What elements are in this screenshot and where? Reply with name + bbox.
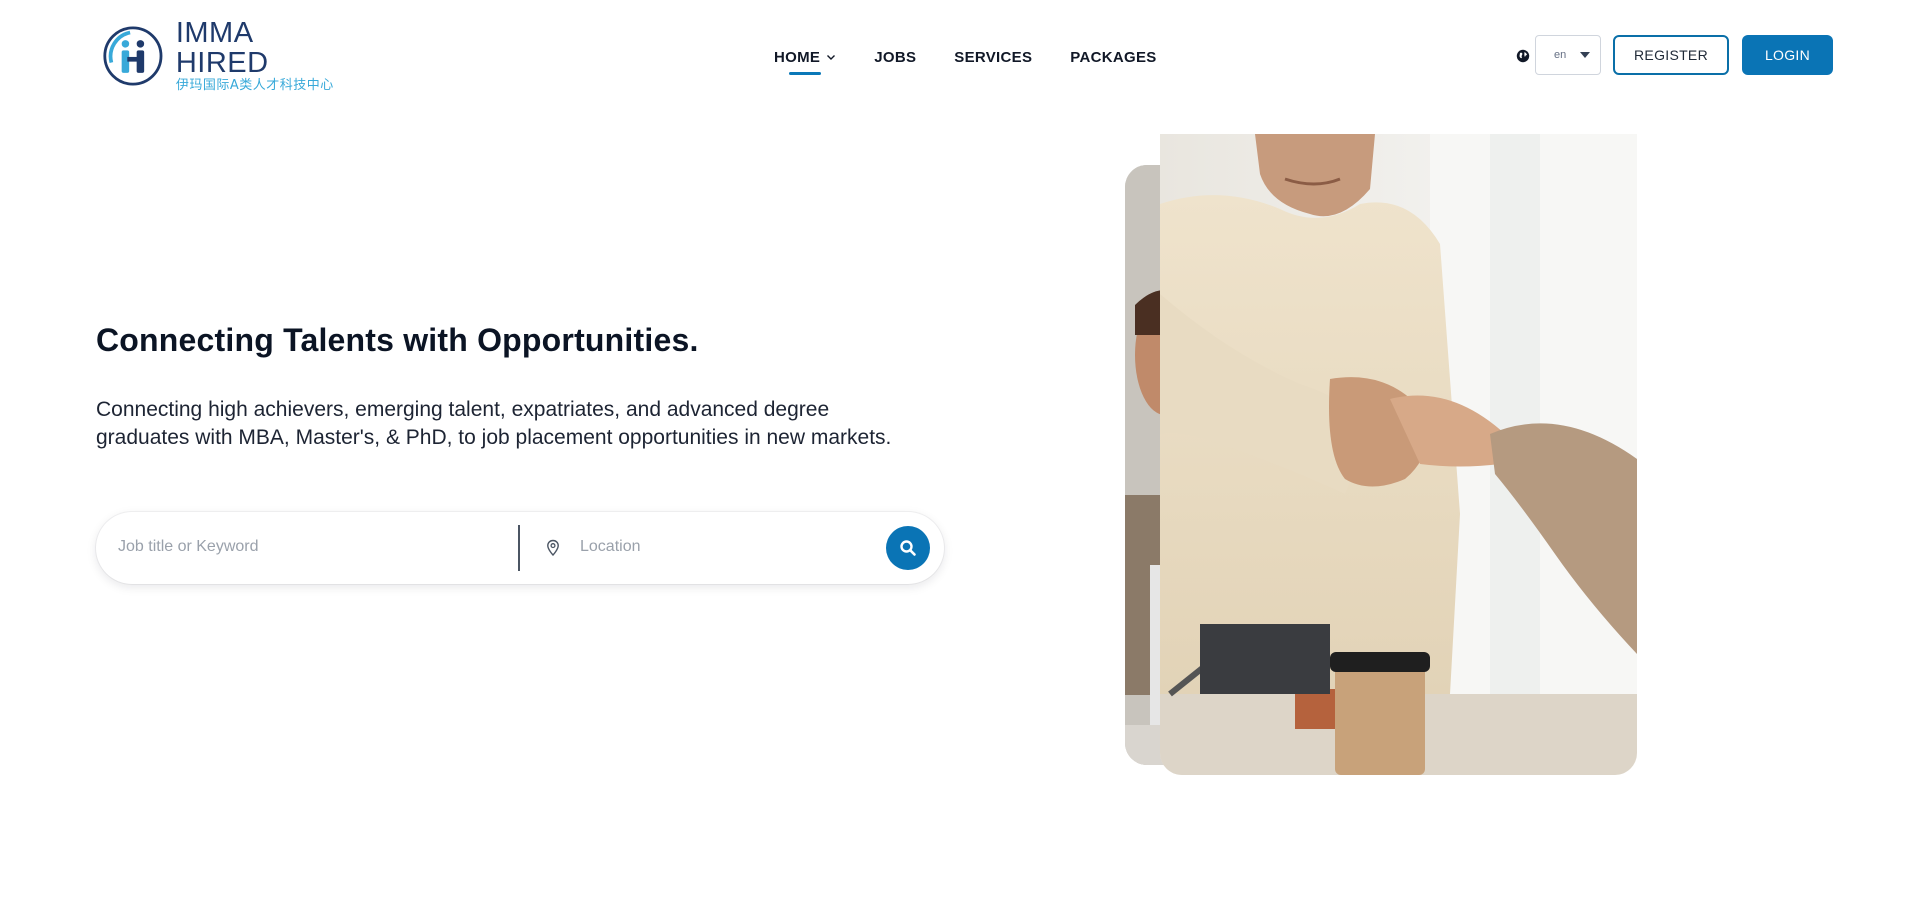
nav-item-label: PACKAGES bbox=[1070, 48, 1157, 66]
nav-item-label: SERVICES bbox=[954, 48, 1033, 66]
logo-mark-icon bbox=[103, 26, 163, 86]
chevron-down-icon bbox=[827, 55, 836, 60]
nav-item-jobs[interactable]: JOBS bbox=[874, 49, 916, 66]
register-button[interactable]: REGISTER bbox=[1613, 35, 1729, 75]
search-divider bbox=[518, 525, 520, 571]
logo[interactable]: IMMA HIRED 伊玛国际A类人才科技中心 bbox=[102, 18, 342, 93]
globe-icon bbox=[1516, 49, 1530, 63]
search-button[interactable] bbox=[886, 526, 930, 570]
handshake-photo bbox=[1160, 134, 1637, 775]
job-search-bar: Job title or Keyword Location bbox=[96, 512, 944, 584]
main-nav: HOME JOBS SERVICES PACKAGES bbox=[774, 46, 1195, 75]
hero-image bbox=[1160, 134, 1637, 775]
caret-down-icon bbox=[1580, 52, 1590, 58]
language-select[interactable]: en bbox=[1535, 35, 1601, 75]
nav-item-label: JOBS bbox=[874, 48, 917, 66]
brand-name: IMMA HIRED bbox=[175, 17, 269, 79]
nav-item-home[interactable]: HOME bbox=[774, 48, 836, 75]
site-header: IMMA HIRED 伊玛国际A类人才科技中心 HOME JOBS SERVIC… bbox=[0, 0, 1912, 110]
language-selected: en bbox=[1554, 49, 1567, 61]
search-icon bbox=[900, 540, 916, 556]
nav-item-packages[interactable]: PACKAGES bbox=[1070, 49, 1156, 66]
map-pin-icon bbox=[547, 539, 559, 557]
hero-description: Connecting high achievers, emerging tale… bbox=[96, 398, 892, 449]
nav-item-label: HOME bbox=[774, 48, 821, 66]
brand-subtitle: 伊玛国际A类人才科技中心 bbox=[175, 78, 334, 93]
location-input[interactable]: Location bbox=[580, 538, 641, 556]
keyword-input[interactable]: Job title or Keyword bbox=[118, 538, 259, 556]
nav-item-services[interactable]: SERVICES bbox=[954, 49, 1032, 66]
login-button[interactable]: LOGIN bbox=[1742, 35, 1833, 75]
hero-title: Connecting Talents with Opportunities. bbox=[96, 322, 699, 358]
